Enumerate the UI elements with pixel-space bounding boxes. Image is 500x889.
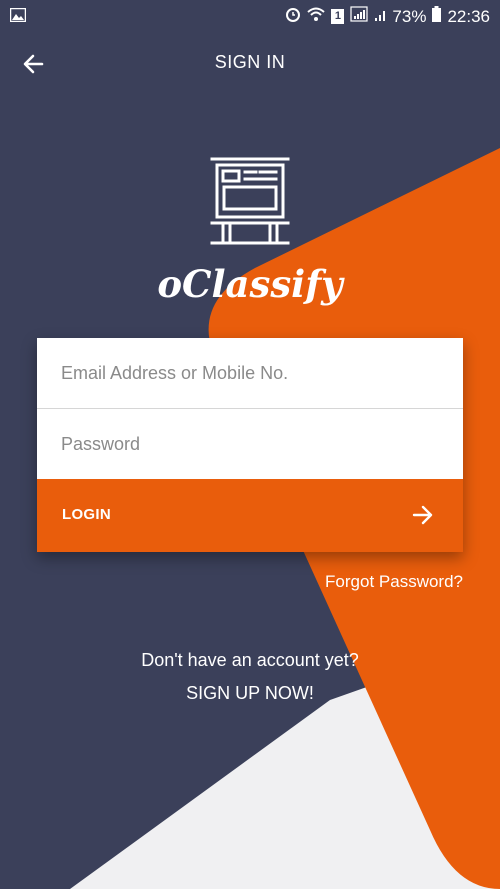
login-button-label: LOGIN (62, 506, 111, 523)
signup-prompt: Don't have an account yet? (141, 650, 359, 670)
sim-slot-badge: 1 (331, 9, 345, 24)
arrow-right-icon (411, 504, 435, 531)
signup-link[interactable]: SIGN UP NOW! (0, 683, 500, 704)
clock-time: 22:36 (447, 6, 490, 26)
forgot-password-link[interactable]: Forgot Password? (325, 572, 463, 592)
password-input[interactable] (37, 409, 463, 479)
gallery-notification-icon (9, 7, 27, 27)
status-icons: 1 73% 22:36 (285, 6, 490, 27)
battery-percent: 73% (392, 6, 427, 26)
signal-icon (350, 6, 369, 27)
brand-logo-text: oClassify (157, 262, 343, 306)
signal-secondary-icon (374, 7, 386, 27)
page-title: SIGN IN (214, 52, 286, 72)
status-bar: 1 73% 22:36 (0, 0, 500, 32)
email-input[interactable] (37, 338, 463, 408)
alarm-icon (285, 6, 301, 27)
login-button[interactable]: LOGIN (37, 479, 463, 552)
kiosk-board-icon (208, 155, 292, 252)
wifi-icon (307, 7, 326, 27)
battery-icon (432, 6, 442, 27)
login-card: LOGIN (37, 338, 463, 552)
